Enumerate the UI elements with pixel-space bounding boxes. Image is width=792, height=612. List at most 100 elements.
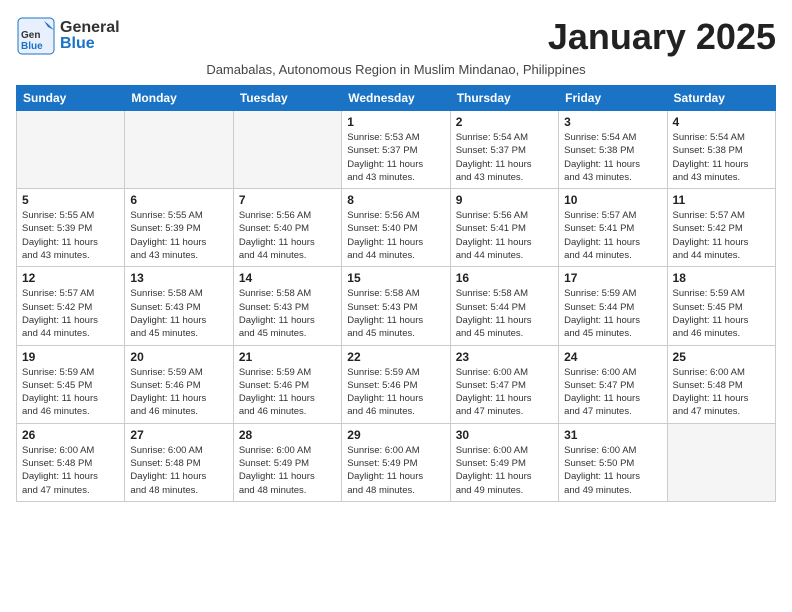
calendar-cell: 2Sunrise: 5:54 AMSunset: 5:37 PMDaylight… [450,111,558,189]
column-header-sunday: Sunday [17,86,125,111]
calendar-header: SundayMondayTuesdayWednesdayThursdayFrid… [17,86,776,111]
logo: Gen Blue General Blue [16,16,120,56]
calendar-cell: 15 Sunrise: 5:58 AMSunset: 5:43 PMDayligh… [342,267,450,345]
day-number: 15 [347,271,444,285]
calendar-cell: 13 Sunrise: 5:58 AMSunset: 5:43 PMDayligh… [125,267,233,345]
day-info: Sunrise: 5:57 AMSunset: 5:42 PMDaylight:… [673,209,770,262]
day-number: 19 [22,350,119,364]
calendar-cell: 8 Sunrise: 5:56 AMSunset: 5:40 PMDaylight… [342,189,450,267]
column-header-saturday: Saturday [667,86,775,111]
day-info: Sunrise: 5:59 AMSunset: 5:45 PMDaylight:… [22,366,119,419]
day-number: 22 [347,350,444,364]
calendar-cell: 26Sunrise: 6:00 AMSunset: 5:48 PMDayligh… [17,423,125,501]
calendar-cell: 30 Sunrise: 6:00 AMSunset: 5:49 PMDayligh… [450,423,558,501]
day-number: 6 [130,193,227,207]
calendar-cell: 18Sunrise: 5:59 AMSunset: 5:45 PMDayligh… [667,267,775,345]
day-info: Sunrise: 5:54 AMSunset: 5:38 PMDaylight:… [673,131,770,184]
calendar-cell: 4 Sunrise: 5:54 AMSunset: 5:38 PMDaylight… [667,111,775,189]
day-info: Sunrise: 5:56 AMSunset: 5:40 PMDaylight:… [347,209,444,262]
day-info: Sunrise: 5:57 AMSunset: 5:42 PMDaylight:… [22,287,119,340]
day-number: 9 [456,193,553,207]
day-info: Sunrise: 5:59 AMSunset: 5:44 PMDaylight:… [564,287,661,340]
week-row-2: 5 Sunrise: 5:55 AMSunset: 5:39 PMDaylight… [17,189,776,267]
day-number: 25 [673,350,770,364]
day-number: 16 [456,271,553,285]
day-number: 18 [673,271,770,285]
day-info: Sunrise: 5:56 AMSunset: 5:40 PMDaylight:… [239,209,336,262]
svg-text:Gen: Gen [21,30,40,41]
column-header-thursday: Thursday [450,86,558,111]
header: Gen Blue General Blue January 2025 [16,16,776,58]
column-header-friday: Friday [559,86,667,111]
calendar-cell: 6Sunrise: 5:55 AMSunset: 5:39 PMDaylight… [125,189,233,267]
day-number: 20 [130,350,227,364]
day-number: 17 [564,271,661,285]
day-info: Sunrise: 6:00 AMSunset: 5:47 PMDaylight:… [456,366,553,419]
calendar-cell: 23 Sunrise: 6:00 AMSunset: 5:47 PMDayligh… [450,345,558,423]
calendar-cell: 12 Sunrise: 5:57 AMSunset: 5:42 PMDayligh… [17,267,125,345]
calendar-cell: 9Sunrise: 5:56 AMSunset: 5:41 PMDaylight… [450,189,558,267]
day-number: 8 [347,193,444,207]
day-info: Sunrise: 6:00 AMSunset: 5:48 PMDaylight:… [22,444,119,497]
day-info: Sunrise: 6:00 AMSunset: 5:48 PMDaylight:… [673,366,770,419]
logo-blue-text: Blue [60,36,120,52]
calendar-cell: 21Sunrise: 5:59 AMSunset: 5:46 PMDayligh… [233,345,341,423]
day-number: 23 [456,350,553,364]
day-number: 5 [22,193,119,207]
calendar-cell: 31 Sunrise: 6:00 AMSunset: 5:50 PMDayligh… [559,423,667,501]
calendar-cell: 24Sunrise: 6:00 AMSunset: 5:47 PMDayligh… [559,345,667,423]
calendar-cell [17,111,125,189]
day-info: Sunrise: 6:00 AMSunset: 5:49 PMDaylight:… [456,444,553,497]
calendar-cell [233,111,341,189]
day-info: Sunrise: 5:59 AMSunset: 5:46 PMDaylight:… [130,366,227,419]
day-info: Sunrise: 5:54 AMSunset: 5:37 PMDaylight:… [456,131,553,184]
day-info: Sunrise: 5:59 AMSunset: 5:46 PMDaylight:… [239,366,336,419]
calendar-cell: 19 Sunrise: 5:59 AMSunset: 5:45 PMDayligh… [17,345,125,423]
day-info: Sunrise: 5:57 AMSunset: 5:41 PMDaylight:… [564,209,661,262]
day-number: 12 [22,271,119,285]
calendar-cell: 27Sunrise: 6:00 AMSunset: 5:48 PMDayligh… [125,423,233,501]
day-info: Sunrise: 6:00 AMSunset: 5:47 PMDaylight:… [564,366,661,419]
calendar-body: 1 Sunrise: 5:53 AMSunset: 5:37 PMDaylight… [17,111,776,502]
calendar-cell: 22 Sunrise: 5:59 AMSunset: 5:46 PMDayligh… [342,345,450,423]
calendar-cell: 20 Sunrise: 5:59 AMSunset: 5:46 PMDayligh… [125,345,233,423]
day-info: Sunrise: 6:00 AMSunset: 5:49 PMDaylight:… [347,444,444,497]
day-number: 28 [239,428,336,442]
calendar-cell: 5 Sunrise: 5:55 AMSunset: 5:39 PMDaylight… [17,189,125,267]
week-row-5: 26Sunrise: 6:00 AMSunset: 5:48 PMDayligh… [17,423,776,501]
day-number: 1 [347,115,444,129]
subtitle: Damabalas, Autonomous Region in Muslim M… [16,62,776,77]
day-number: 13 [130,271,227,285]
day-info: Sunrise: 6:00 AMSunset: 5:48 PMDaylight:… [130,444,227,497]
column-header-wednesday: Wednesday [342,86,450,111]
calendar-cell: 25 Sunrise: 6:00 AMSunset: 5:48 PMDayligh… [667,345,775,423]
day-number: 30 [456,428,553,442]
month-title: January 2025 [548,16,776,58]
calendar-cell: 3Sunrise: 5:54 AMSunset: 5:38 PMDaylight… [559,111,667,189]
svg-text:Blue: Blue [21,41,43,52]
day-info: Sunrise: 5:55 AMSunset: 5:39 PMDaylight:… [22,209,119,262]
calendar-table: SundayMondayTuesdayWednesdayThursdayFrid… [16,85,776,502]
calendar-cell: 11Sunrise: 5:57 AMSunset: 5:42 PMDayligh… [667,189,775,267]
calendar-cell: 16Sunrise: 5:58 AMSunset: 5:44 PMDayligh… [450,267,558,345]
column-header-tuesday: Tuesday [233,86,341,111]
logo-general-text: General [60,20,120,36]
day-info: Sunrise: 5:58 AMSunset: 5:43 PMDaylight:… [239,287,336,340]
calendar-cell: 29Sunrise: 6:00 AMSunset: 5:49 PMDayligh… [342,423,450,501]
day-number: 31 [564,428,661,442]
logo-text: General Blue [60,20,120,52]
day-number: 3 [564,115,661,129]
calendar-cell: 10Sunrise: 5:57 AMSunset: 5:41 PMDayligh… [559,189,667,267]
day-info: Sunrise: 6:00 AMSunset: 5:49 PMDaylight:… [239,444,336,497]
day-info: Sunrise: 5:59 AMSunset: 5:46 PMDaylight:… [347,366,444,419]
header-row: SundayMondayTuesdayWednesdayThursdayFrid… [17,86,776,111]
calendar-cell: 1 Sunrise: 5:53 AMSunset: 5:37 PMDaylight… [342,111,450,189]
calendar-cell [125,111,233,189]
week-row-3: 12 Sunrise: 5:57 AMSunset: 5:42 PMDayligh… [17,267,776,345]
column-header-monday: Monday [125,86,233,111]
day-info: Sunrise: 6:00 AMSunset: 5:50 PMDaylight:… [564,444,661,497]
day-number: 4 [673,115,770,129]
day-info: Sunrise: 5:58 AMSunset: 5:43 PMDaylight:… [347,287,444,340]
day-info: Sunrise: 5:53 AMSunset: 5:37 PMDaylight:… [347,131,444,184]
day-info: Sunrise: 5:58 AMSunset: 5:43 PMDaylight:… [130,287,227,340]
